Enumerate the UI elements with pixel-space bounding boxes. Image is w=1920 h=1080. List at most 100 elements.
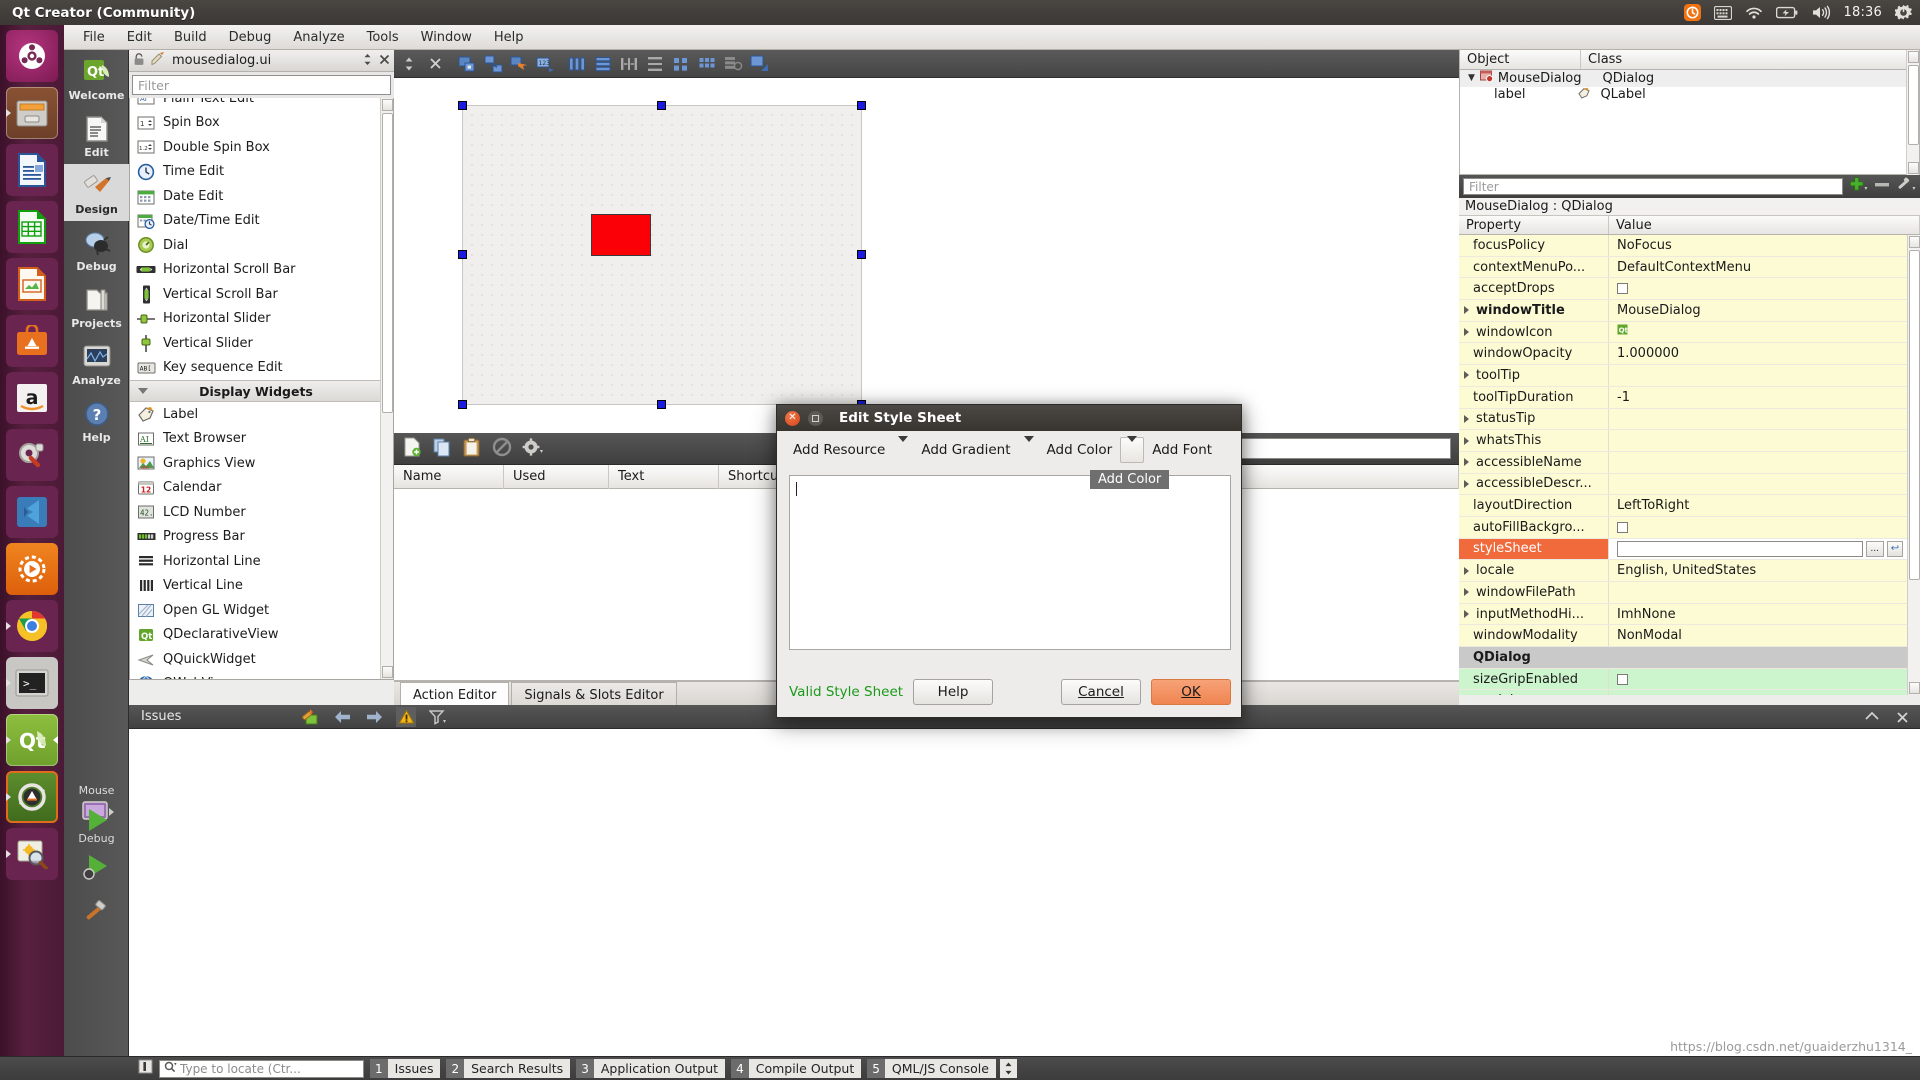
expand-triangle-icon[interactable] xyxy=(1464,414,1469,423)
split-icon[interactable] xyxy=(362,53,373,69)
scroll-thumb[interactable] xyxy=(1908,65,1919,145)
property-row[interactable]: accessibleName xyxy=(1459,451,1907,474)
expand-triangle-icon[interactable] xyxy=(1464,458,1469,467)
close-icon[interactable]: ✕ xyxy=(785,410,800,426)
property-row-stylesheet[interactable]: styleSheet ... ↩ xyxy=(1459,538,1907,561)
stylesheet-reset-button[interactable]: ↩ xyxy=(1887,540,1903,557)
widget-item[interactable]: Vertical Scroll Bar xyxy=(130,282,382,307)
widget-item[interactable]: Qt QDeclarativeView xyxy=(130,623,382,648)
clock[interactable]: 18:36 xyxy=(1844,5,1882,20)
maximize-pane-icon[interactable] xyxy=(1862,707,1882,727)
media-player-icon[interactable] xyxy=(6,543,58,595)
property-filter-input[interactable]: Filter xyxy=(1463,178,1843,195)
output-pane-toggle-icon[interactable] xyxy=(138,1059,153,1078)
layout-splitter-horizontal-icon[interactable] xyxy=(616,51,642,77)
expand-triangle-icon[interactable] xyxy=(1464,588,1469,597)
previous-item-icon[interactable] xyxy=(332,707,352,727)
debug-run-icon[interactable] xyxy=(64,852,129,884)
libreoffice-writer-icon[interactable] xyxy=(6,144,58,196)
output-pane-issues[interactable]: 1 Issues xyxy=(370,1059,441,1078)
widget-item[interactable]: 1.2 Double Spin Box xyxy=(130,135,382,160)
property-row[interactable]: windowOpacity 1.000000 xyxy=(1459,343,1907,366)
object-inspector-scrollbar[interactable] xyxy=(1906,50,1919,175)
widget-item[interactable]: 1 Spin Box xyxy=(130,111,382,136)
widget-item[interactable]: Horizontal Line xyxy=(130,549,382,574)
break-layout-icon[interactable] xyxy=(720,51,746,77)
filter-warning-icon[interactable] xyxy=(396,706,417,727)
widget-item[interactable]: QQuickWidget xyxy=(130,647,382,672)
stylesheet-editor[interactable] xyxy=(789,475,1231,650)
action-col-used[interactable]: Used xyxy=(504,464,609,489)
layout-horizontally-icon[interactable] xyxy=(564,51,590,77)
expand-triangle-icon[interactable] xyxy=(1464,436,1469,445)
edit-widgets-icon[interactable] xyxy=(454,51,480,77)
spinner-arrows-icon[interactable] xyxy=(999,1059,1017,1078)
screenshot-icon[interactable] xyxy=(6,828,58,880)
copy-icon[interactable] xyxy=(432,437,452,461)
add-resource-caret[interactable] xyxy=(893,436,913,461)
output-pane-qml-js-console[interactable]: 5 QML/JS Console xyxy=(867,1059,996,1078)
property-row[interactable]: windowTitle MouseDialog xyxy=(1459,300,1907,322)
open-file-tab[interactable]: mousedialog.ui xyxy=(172,53,271,68)
widget-item[interactable]: 12 Calendar xyxy=(130,476,382,501)
property-table[interactable]: focusPolicy NoFocus contextMenuPo... Def… xyxy=(1459,235,1920,695)
amazon-icon[interactable]: a xyxy=(6,372,58,424)
resize-handle-top-left[interactable] xyxy=(458,101,467,110)
widget-item[interactable]: Label xyxy=(130,402,382,427)
expand-triangle-icon[interactable] xyxy=(1464,306,1469,315)
resize-handle-top-right[interactable] xyxy=(857,101,866,110)
add-resource-button[interactable]: Add Resource xyxy=(785,439,893,461)
resize-handle-middle-right[interactable] xyxy=(857,250,866,259)
software-center-icon[interactable] xyxy=(6,315,58,367)
edit-signals-slots-icon[interactable] xyxy=(480,51,506,77)
widget-list[interactable]: AI Plain Text Edit 1 Spin Box 1.2 Double… xyxy=(129,98,394,680)
scroll-up-icon[interactable] xyxy=(1908,51,1919,63)
widget-item[interactable]: AB[ Key sequence Edit xyxy=(130,356,382,381)
menu-file[interactable]: File xyxy=(72,27,116,48)
property-row[interactable]: focusPolicy NoFocus xyxy=(1459,235,1907,257)
qtcreator-icon[interactable]: Qt xyxy=(6,714,58,766)
property-row[interactable]: toolTipDuration -1 xyxy=(1459,386,1907,409)
scroll-down-icon[interactable] xyxy=(1908,162,1919,174)
property-row[interactable]: modal xyxy=(1459,690,1907,695)
widget-filter-input[interactable]: Filter xyxy=(132,75,391,95)
pe-col-property[interactable]: Property xyxy=(1459,216,1609,234)
form-window[interactable] xyxy=(462,105,862,405)
property-value[interactable]: LeftToRight xyxy=(1609,498,1907,513)
property-value[interactable]: -1 xyxy=(1609,390,1907,405)
scroll-down-icon[interactable] xyxy=(382,666,393,678)
resize-handle-middle-left[interactable] xyxy=(458,250,467,259)
output-pane-application-output[interactable]: 3 Application Output xyxy=(576,1059,726,1078)
acceptdrops-checkbox[interactable] xyxy=(1617,283,1628,295)
property-row[interactable]: locale English, UnitedStates xyxy=(1459,560,1907,582)
cancel-button[interactable]: Cancel xyxy=(1061,679,1141,705)
resize-handle-bottom-left[interactable] xyxy=(458,400,467,409)
expand-triangle-icon[interactable] xyxy=(1464,479,1469,488)
menu-window[interactable]: Window xyxy=(410,27,483,48)
mode-analyze[interactable]: Analyze xyxy=(64,335,129,392)
mode-projects[interactable]: Projects xyxy=(64,278,129,335)
widget-item[interactable]: AI Text Browser xyxy=(130,427,382,452)
layout-form-icon[interactable] xyxy=(668,51,694,77)
ubuntu-dash-icon[interactable] xyxy=(6,30,58,82)
mode-help[interactable]: ? Help xyxy=(64,392,129,449)
property-value[interactable]: ImhNone xyxy=(1609,607,1907,622)
widget-item[interactable]: Horizontal Scroll Bar xyxy=(130,258,382,283)
property-row[interactable]: whatsThis xyxy=(1459,430,1907,452)
layout-splitter-vertical-icon[interactable] xyxy=(642,51,668,77)
tab-action-editor[interactable]: Action Editor xyxy=(400,682,510,707)
widget-item[interactable]: Progress Bar xyxy=(130,525,382,550)
property-row[interactable]: layoutDirection LeftToRight xyxy=(1459,495,1907,517)
expand-triangle-icon[interactable] xyxy=(1464,328,1469,337)
volume-icon[interactable] xyxy=(1811,0,1831,25)
property-row[interactable]: sizeGripEnabled xyxy=(1459,668,1907,691)
output-pane-compile-output[interactable]: 4 Compile Output xyxy=(731,1059,862,1078)
widget-item[interactable]: 42. LCD Number xyxy=(130,500,382,525)
help-button[interactable]: Help xyxy=(913,679,994,705)
paste-icon[interactable] xyxy=(462,437,482,461)
resize-handle-bottom-center[interactable] xyxy=(657,400,666,409)
vscode-icon[interactable] xyxy=(6,486,58,538)
wifi-icon[interactable] xyxy=(1745,0,1763,25)
hammer-icon[interactable] xyxy=(64,898,129,930)
locator-input[interactable]: Type to locate (Ctr... xyxy=(159,1059,364,1078)
